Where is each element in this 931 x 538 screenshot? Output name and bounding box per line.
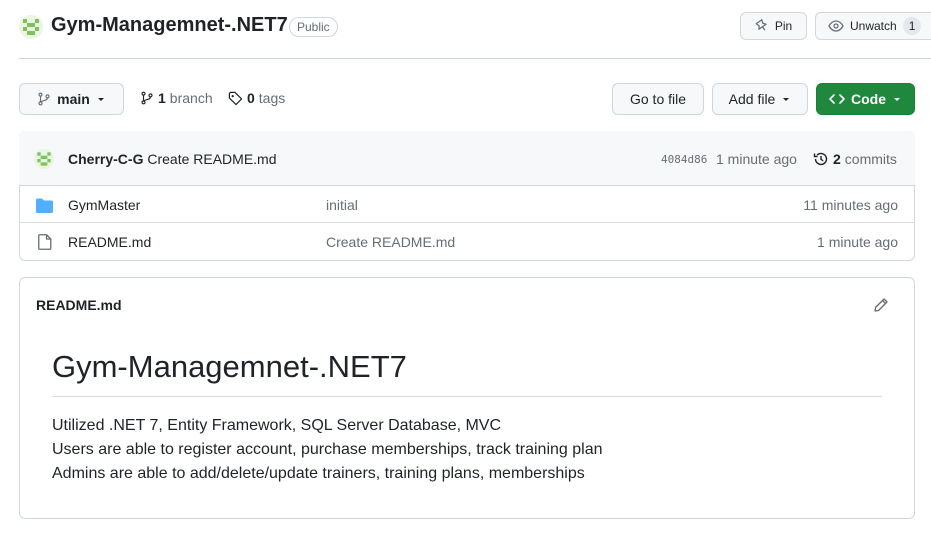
caret-down-icon (894, 98, 900, 101)
heading-divider (52, 396, 882, 397)
tags-link[interactable]: 0 tags (228, 90, 285, 106)
pin-label: Pin (774, 19, 793, 33)
row-divider (19, 222, 915, 223)
caret-down-icon (97, 98, 104, 101)
file-row-name[interactable]: README.md (68, 234, 151, 250)
pin-button[interactable]: Pin (740, 12, 807, 40)
tag-icon (228, 91, 243, 105)
commit-count-label: commits (844, 151, 897, 167)
readme-line: Users are able to register account, purc… (52, 441, 603, 458)
file-row-commit-message[interactable]: Create README.md (326, 234, 455, 250)
code-button[interactable]: Code (816, 83, 915, 115)
visibility-badge: Public (289, 17, 338, 37)
branch-name: main (57, 91, 90, 107)
pin-icon (755, 19, 767, 31)
commit-time[interactable]: 1 minute ago (716, 151, 797, 167)
commit-count: 2 (833, 151, 841, 167)
git-branch-icon (141, 91, 153, 105)
commit-message-link[interactable]: Create README.md (147, 151, 276, 167)
edit-readme-button[interactable] (873, 297, 889, 316)
unwatch-label: Unwatch (850, 19, 897, 33)
watch-counter: 1 (902, 17, 922, 35)
eye-icon (828, 20, 844, 32)
git-branch-icon (38, 92, 50, 106)
identicon-icon (34, 149, 54, 169)
caret-down-icon (783, 98, 790, 101)
commit-sha-link[interactable]: 4084d86 (661, 153, 707, 166)
commits-link[interactable]: 2 commits (813, 151, 897, 167)
branch-count: 1 (158, 90, 166, 106)
branches-link[interactable]: 1 branch (140, 90, 213, 106)
folder-icon (36, 198, 53, 216)
repo-name-link[interactable]: Gym-Managemnet-.NET7 (51, 14, 288, 37)
readme-filename[interactable]: README.md (36, 297, 122, 313)
file-row-time: 1 minute ago (817, 234, 898, 250)
tag-count-label: tags (258, 90, 286, 106)
readme-line: Utilized .NET 7, Entity Framework, SQL S… (52, 417, 502, 434)
code-icon (829, 94, 845, 104)
code-label: Code (851, 91, 886, 107)
commit-author-avatar[interactable] (34, 149, 54, 169)
file-row-time: 11 minutes ago (803, 197, 898, 213)
commit-summary: Cherry-C-G Create README.md (68, 151, 277, 167)
commit-author-link[interactable]: Cherry-C-G (68, 151, 143, 167)
file-icon (38, 234, 52, 253)
readme-heading: Gym-Managemnet-.NET7 (52, 349, 407, 384)
identicon-icon (19, 15, 43, 39)
file-row-name[interactable]: GymMaster (68, 197, 140, 213)
branch-select-button[interactable]: main (19, 83, 124, 115)
file-row-commit-message[interactable]: initial (326, 197, 358, 213)
branch-count-label: branch (169, 90, 213, 106)
history-icon (813, 152, 828, 166)
add-file-button[interactable]: Add file (712, 83, 808, 115)
owner-avatar[interactable] (19, 15, 43, 39)
header-divider (19, 58, 931, 59)
tag-count: 0 (247, 90, 255, 106)
pencil-icon (874, 298, 888, 312)
unwatch-button[interactable]: Unwatch 1 (815, 12, 931, 40)
go-to-file-button[interactable]: Go to file (612, 83, 704, 115)
add-file-label: Add file (728, 91, 776, 107)
readme-line: Admins are able to add/delete/update tra… (52, 465, 585, 482)
